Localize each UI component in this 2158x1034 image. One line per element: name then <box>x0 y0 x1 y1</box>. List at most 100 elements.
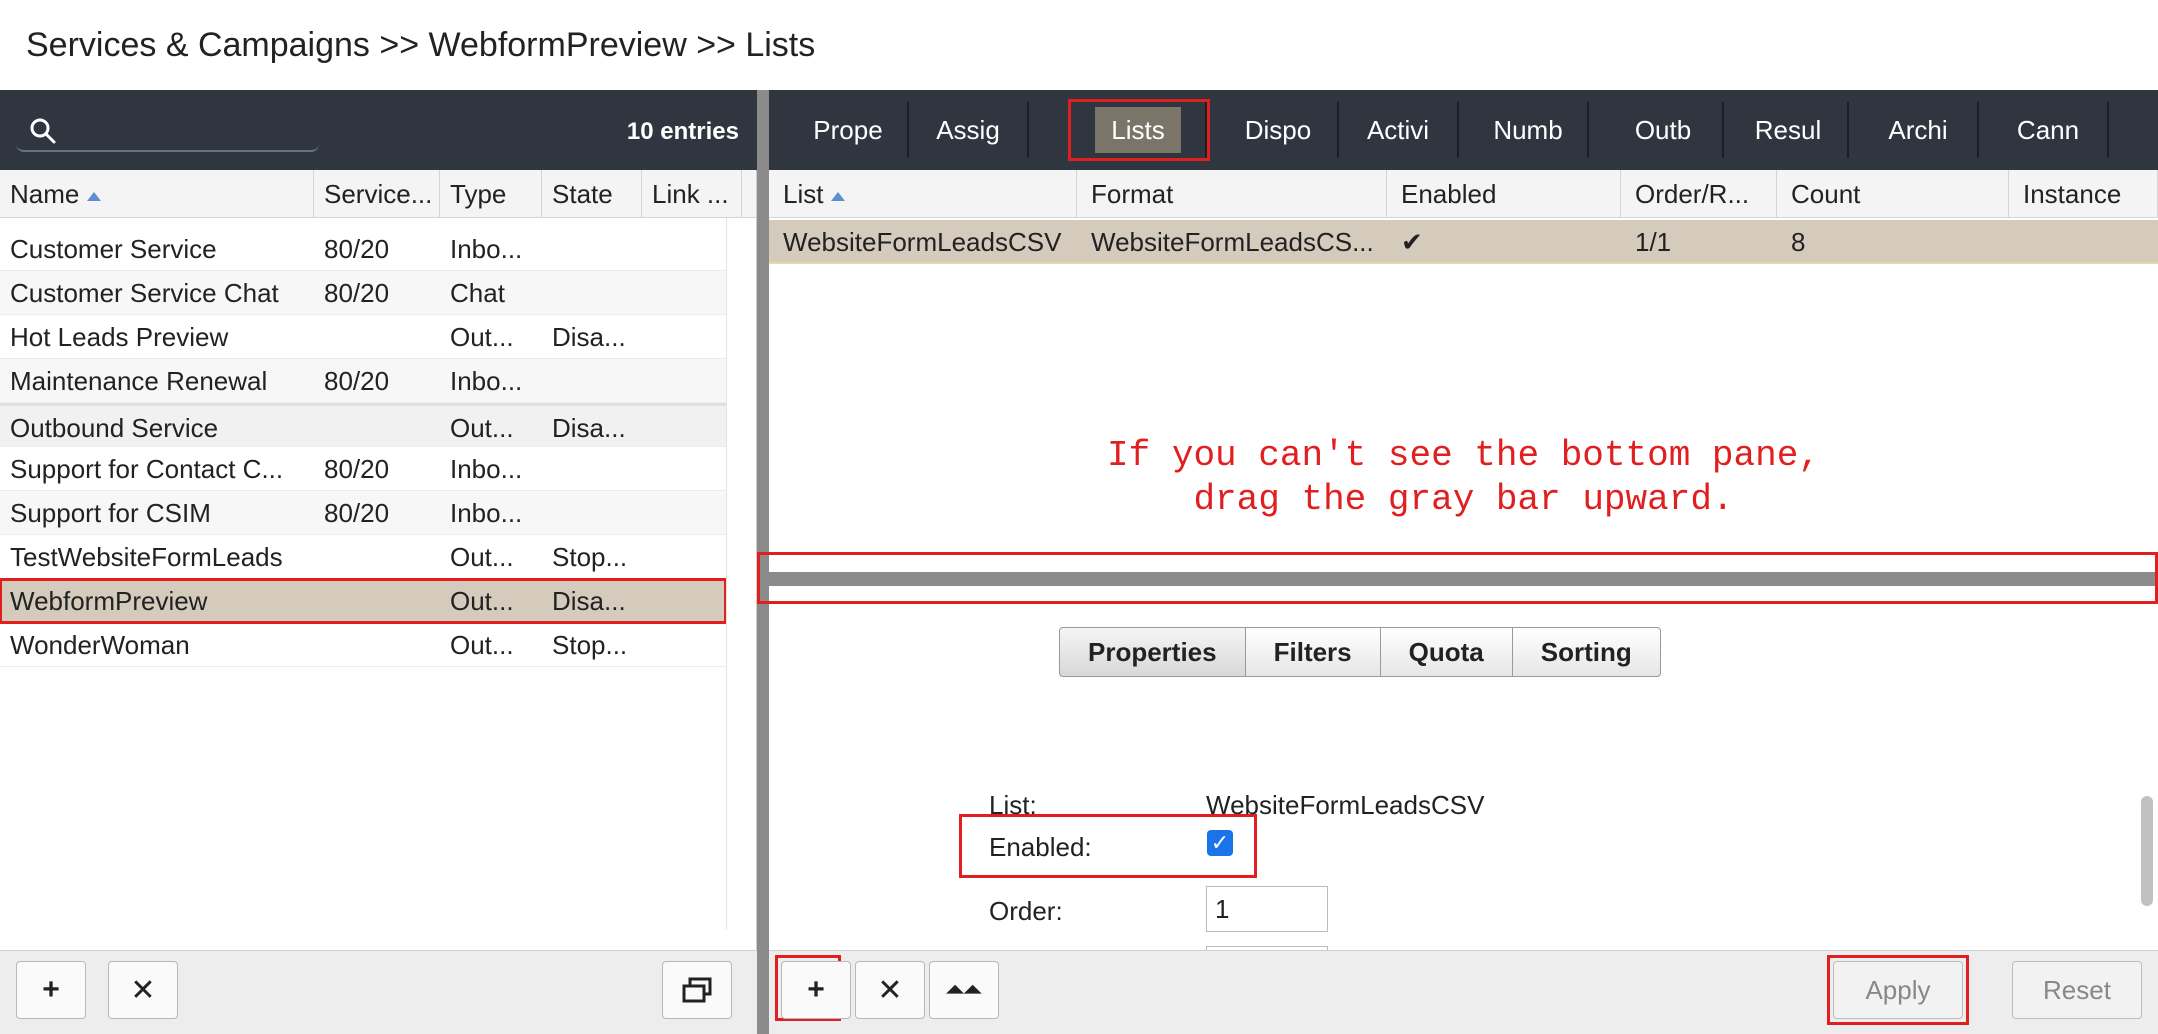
cell-state <box>542 271 642 314</box>
col-state[interactable]: State <box>542 170 642 218</box>
col-service[interactable]: Service... <box>314 170 440 218</box>
tab-lists[interactable]: Lists <box>1068 99 1210 161</box>
cell-service <box>314 623 440 666</box>
cell-count: 8 <box>1791 227 1806 257</box>
cell-service <box>314 535 440 578</box>
entries-count: 10 entries <box>626 118 739 145</box>
table-row[interactable]: TestWebsiteFormLeads Out... Stop... <box>0 535 726 579</box>
col-list[interactable]: List <box>769 170 1077 218</box>
enabled-checkbox[interactable]: ✓ <box>1207 830 1233 856</box>
cell-service <box>314 579 440 622</box>
table-row[interactable]: Support for CSIM 80/20 Inbo... <box>0 491 726 535</box>
enabled-label: Enabled: <box>989 832 1092 862</box>
col-order[interactable]: Order/R... <box>1621 170 1777 218</box>
col-type[interactable]: Type <box>440 170 542 218</box>
cell-service: 80/20 <box>324 278 390 308</box>
add-list-button[interactable]: + <box>781 961 851 1019</box>
tab-outbound[interactable]: Outb <box>1604 102 1724 158</box>
services-grid-header: Name Service... Type State Link ... <box>0 170 756 218</box>
open-window-button[interactable] <box>662 961 732 1019</box>
tab-activities[interactable]: Activi <box>1339 102 1459 158</box>
tab-assignments[interactable]: Assig <box>909 102 1029 158</box>
move-top-button[interactable]: ⏶⏶ <box>929 961 999 1019</box>
cell-type: Chat <box>450 278 505 308</box>
cell-enabled: ✔ <box>1401 227 1423 257</box>
cell-state <box>542 227 642 270</box>
table-row[interactable]: WonderWoman Out... Stop... <box>0 623 726 667</box>
step-sorting[interactable]: Sorting <box>1511 627 1661 677</box>
campaign-detail-pane: Prope Assig Lists Dispo Activi Numb Outb… <box>757 90 2158 1034</box>
tab-numbers[interactable]: Numb <box>1469 102 1589 158</box>
table-row-selected[interactable]: WebformPreview Out... Disa... <box>0 578 727 624</box>
cell-type: Out... <box>450 630 514 660</box>
col-format[interactable]: Format <box>1077 170 1387 218</box>
table-row[interactable]: Support for Contact C... 80/20 Inbo... <box>0 447 726 491</box>
cell-name: Outbound Service <box>10 413 219 443</box>
step-quota[interactable]: Quota <box>1379 627 1513 677</box>
col-link[interactable]: Link ... <box>642 170 742 218</box>
annotation-splitter-highlight <box>757 552 2158 604</box>
cell-name: TestWebsiteFormLeads <box>10 542 283 572</box>
delete-button[interactable]: ✕ <box>108 961 178 1019</box>
cell-service: 80/20 <box>324 454 390 484</box>
services-list-pane: 10 entries Name Service... Type State Li… <box>0 90 757 1034</box>
apply-button[interactable]: Apply <box>1833 961 1963 1019</box>
add-button[interactable]: + <box>16 961 86 1019</box>
cell-state <box>542 359 642 402</box>
remove-list-button[interactable]: ✕ <box>855 961 925 1019</box>
wizard-steps: Properties Filters Quota Sorting <box>1059 627 1661 677</box>
reset-button[interactable]: Reset <box>2012 961 2142 1019</box>
step-properties[interactable]: Properties <box>1059 627 1246 677</box>
order-label: Order: <box>989 896 1063 926</box>
tab-canned[interactable]: Cann <box>1989 102 2109 158</box>
tab-dispositions[interactable]: Dispo <box>1219 102 1339 158</box>
cell-type: Out... <box>450 586 514 616</box>
cell-state <box>542 447 642 490</box>
left-footer: + ✕ <box>0 950 757 1034</box>
lists-grid-header: List Format Enabled Order/R... Count Ins… <box>769 170 2158 218</box>
tab-archive[interactable]: Archi <box>1859 102 1979 158</box>
cell-type: Inbo... <box>450 366 523 396</box>
col-name[interactable]: Name <box>0 170 314 218</box>
search-input[interactable] <box>16 110 319 152</box>
cell-list: WebsiteFormLeadsCSV <box>783 227 1062 257</box>
table-row[interactable]: Hot Leads Preview Out... Disa... <box>0 315 726 359</box>
cell-service <box>314 315 440 358</box>
services-rows: Customer Service 80/20 Inbo... Customer … <box>0 227 727 667</box>
col-count[interactable]: Count <box>1777 170 2009 218</box>
cell-state: Disa... <box>552 413 626 443</box>
table-row[interactable]: Maintenance Renewal 80/20 Inbo... <box>0 359 726 403</box>
tab-properties[interactable]: Prope <box>789 102 909 158</box>
cell-type: Inbo... <box>450 234 523 264</box>
left-scrollbar[interactable] <box>726 218 756 930</box>
cell-type: Out... <box>450 542 514 572</box>
cell-service: 80/20 <box>324 234 390 264</box>
cell-format: WebsiteFormLeadsCS... <box>1091 227 1374 257</box>
table-row[interactable]: Customer Service 80/20 Inbo... <box>0 227 726 271</box>
table-row[interactable]: Outbound Service Out... Disa... <box>0 403 726 447</box>
cell-name: Support for Contact C... <box>10 454 284 484</box>
cell-name: WonderWoman <box>10 630 190 660</box>
cell-type: Out... <box>450 322 514 352</box>
tab-bar: Prope Assig Lists Dispo Activi Numb Outb… <box>769 90 2158 170</box>
sort-ascending-icon <box>831 191 846 201</box>
left-toolbar: 10 entries <box>0 90 757 170</box>
table-row[interactable]: Customer Service Chat 80/20 Chat <box>0 271 726 315</box>
cell-state: Disa... <box>552 322 626 352</box>
col-instance[interactable]: Instance <box>2009 170 2158 218</box>
step-filters[interactable]: Filters <box>1244 627 1381 677</box>
annotation-hint-line1: If you can't see the bottom pane, <box>1107 435 1820 476</box>
cell-name: Hot Leads Preview <box>10 322 229 352</box>
cell-type: Out... <box>450 413 514 443</box>
right-footer: + ✕ ⏶⏶ Apply Reset <box>769 950 2158 1034</box>
scrollbar-thumb[interactable] <box>2141 796 2153 906</box>
cell-state: Stop... <box>552 542 628 572</box>
cell-state <box>542 491 642 534</box>
cell-service: 80/20 <box>324 366 390 396</box>
cell-service: 80/20 <box>324 498 390 528</box>
window-icon <box>682 977 712 1003</box>
col-enabled[interactable]: Enabled <box>1387 170 1621 218</box>
tab-results[interactable]: Resul <box>1729 102 1849 158</box>
order-input[interactable]: 1 <box>1206 886 1328 932</box>
list-row-selected[interactable]: WebsiteFormLeadsCSV WebsiteFormLeadsCS..… <box>769 220 2158 264</box>
